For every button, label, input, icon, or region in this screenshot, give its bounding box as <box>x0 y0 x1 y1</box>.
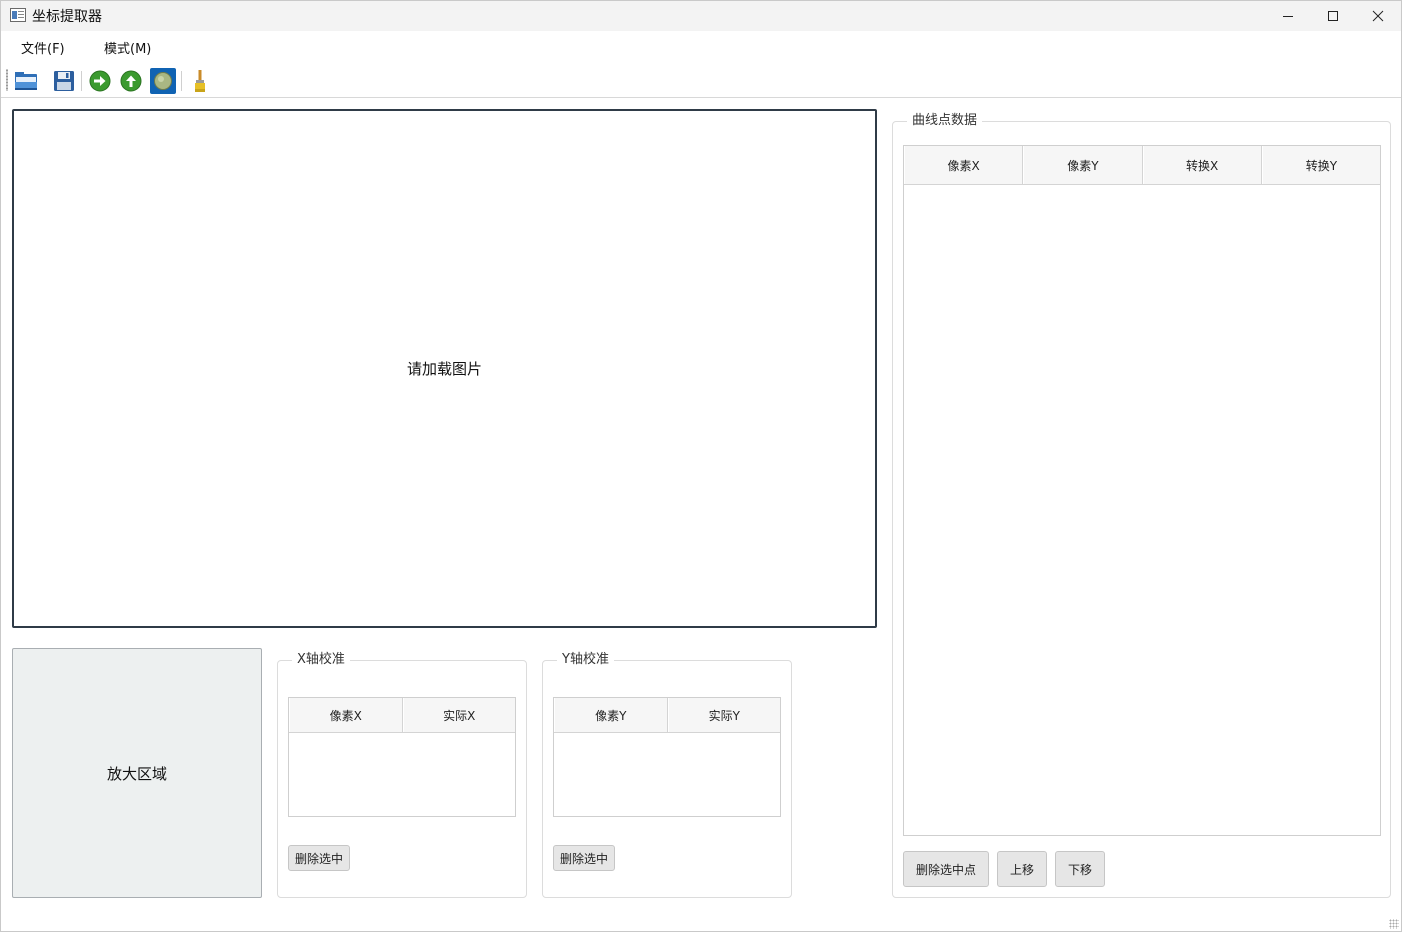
curve-points-table[interactable]: 像素X 像素Y 转换X 转换Y <box>903 145 1381 836</box>
open-folder-icon <box>15 72 37 90</box>
up-button[interactable] <box>118 68 144 94</box>
close-icon <box>1372 10 1384 22</box>
main-window: 坐标提取器 文件(F) 模式(M) 请加载图片 放大区域 X轴校准 像素X 实际… <box>0 0 1402 932</box>
toolbar-grip[interactable] <box>6 69 8 91</box>
menu-mode[interactable]: 模式(M) <box>104 38 151 57</box>
app-icon <box>10 8 26 22</box>
curve-points-title: 曲线点数据 <box>907 113 983 129</box>
column-header-pixel-y[interactable]: 像素Y <box>1023 146 1143 184</box>
point-mode-button[interactable] <box>150 68 176 94</box>
table-header: 像素X 像素Y 转换X 转换Y <box>904 146 1380 185</box>
column-header-converted-y[interactable]: 转换Y <box>1261 146 1380 184</box>
next-button[interactable] <box>87 68 113 94</box>
brush-icon <box>195 70 205 92</box>
move-down-button[interactable]: 下移 <box>1055 851 1105 887</box>
image-placeholder-text: 请加载图片 <box>406 360 482 378</box>
save-button[interactable] <box>51 68 77 94</box>
window-title: 坐标提取器 <box>32 9 102 25</box>
zoom-label: 放大区域 <box>106 764 167 783</box>
column-header-converted-x[interactable]: 转换X <box>1142 146 1262 184</box>
x-calibration-group: X轴校准 像素X 实际X 删除选中 <box>277 652 527 898</box>
table-header: 像素Y 实际Y <box>554 698 780 733</box>
minimize-icon <box>1283 16 1293 17</box>
table-header: 像素X 实际X <box>289 698 515 733</box>
close-button[interactable] <box>1355 1 1401 31</box>
move-up-button[interactable]: 上移 <box>997 851 1047 887</box>
toolbar-separator <box>81 71 82 91</box>
minimize-button[interactable] <box>1265 1 1311 31</box>
arrow-right-icon <box>89 70 111 92</box>
x-delete-selected-button[interactable]: 删除选中 <box>288 845 350 871</box>
title-bar: 坐标提取器 <box>1 1 1401 31</box>
y-calibration-table[interactable]: 像素Y 实际Y <box>553 697 781 817</box>
toolbar <box>1 63 1401 98</box>
resize-grip[interactable] <box>1389 919 1399 929</box>
open-image-button[interactable] <box>13 68 39 94</box>
maximize-button[interactable] <box>1310 1 1356 31</box>
y-delete-selected-button[interactable]: 删除选中 <box>553 845 615 871</box>
x-calibration-title: X轴校准 <box>292 652 350 668</box>
toolbar-separator <box>181 71 182 91</box>
menu-bar: 文件(F) 模式(M) <box>1 32 1401 60</box>
y-calibration-group: Y轴校准 像素Y 实际Y 删除选中 <box>542 652 792 898</box>
column-header-pixel-x[interactable]: 像素X <box>904 146 1024 184</box>
column-header-pixel-y[interactable]: 像素Y <box>554 698 668 732</box>
x-calibration-table[interactable]: 像素X 实际X <box>288 697 516 817</box>
column-header-pixel-x[interactable]: 像素X <box>289 698 403 732</box>
menu-file[interactable]: 文件(F) <box>21 38 65 57</box>
clear-button[interactable] <box>187 68 213 94</box>
save-icon <box>54 71 74 91</box>
column-header-actual-y[interactable]: 实际Y <box>667 698 781 732</box>
arrow-up-icon <box>120 70 142 92</box>
zoom-view: 放大区域 <box>12 648 262 898</box>
column-header-actual-x[interactable]: 实际X <box>402 698 516 732</box>
y-calibration-title: Y轴校准 <box>557 652 614 668</box>
maximize-icon <box>1328 11 1338 21</box>
delete-selected-point-button[interactable]: 删除选中点 <box>903 851 989 887</box>
image-canvas[interactable]: 请加载图片 <box>12 109 877 628</box>
point-mode-icon <box>154 72 172 90</box>
curve-points-group: 曲线点数据 像素X 像素Y 转换X 转换Y 删除选中点 上移 下移 <box>892 113 1391 898</box>
